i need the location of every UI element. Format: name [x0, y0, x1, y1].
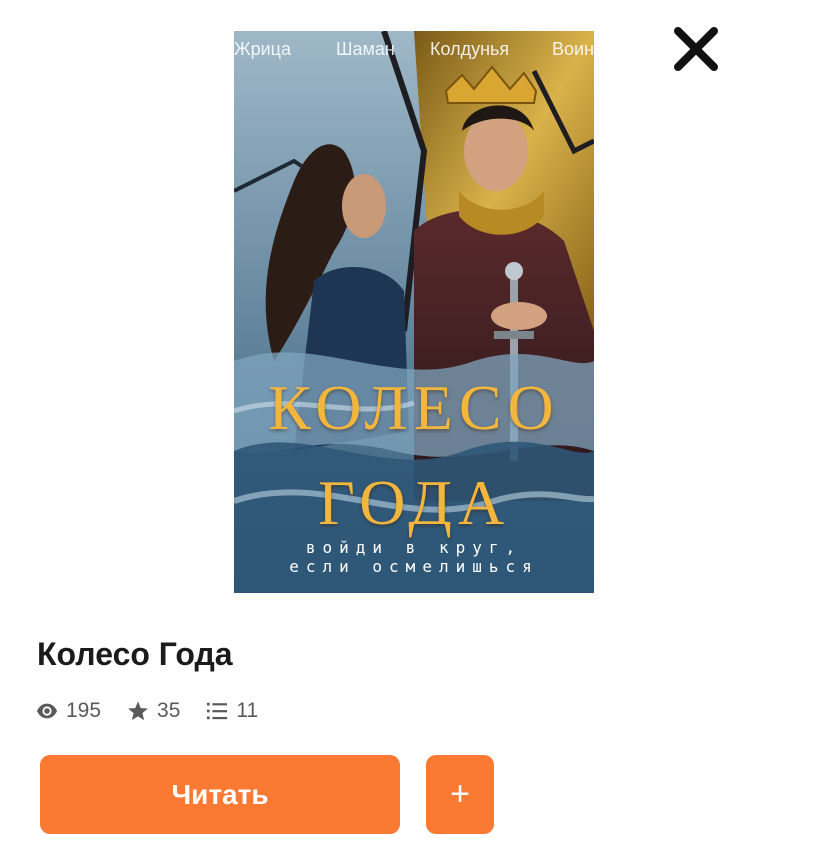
book-cover[interactable]: Жрица Шаман Колдунья Воин КОЛЕСО ГОДА во… [234, 31, 594, 593]
cover-title-line2: ГОДА [317, 467, 511, 538]
book-title: Колесо Года [37, 636, 233, 672]
cover-tagline-line2: если осмелишься [289, 557, 539, 576]
read-button[interactable]: Читать [40, 755, 400, 834]
views-count: 195 [66, 699, 102, 722]
cover-tag: Шаман [336, 39, 395, 59]
stars-count: 35 [157, 699, 181, 722]
stars-stat: 35 [127, 699, 180, 723]
chapters-stat: 11 [206, 699, 258, 723]
chapters-count: 11 [236, 699, 259, 722]
star-icon [128, 701, 148, 721]
close-icon [674, 27, 718, 71]
add-to-library-button[interactable]: + [426, 755, 494, 834]
eye-icon [36, 703, 58, 719]
cover-tag: Воин [552, 39, 594, 59]
cover-tag: Жрица [234, 39, 292, 59]
list-icon [207, 702, 228, 720]
book-stats: 195 35 11 [36, 698, 284, 724]
views-stat: 195 [36, 699, 101, 723]
cover-tagline-line1: войди в круг, [305, 538, 523, 557]
cover-tags: Жрица Шаман Колдунья Воин [234, 39, 594, 63]
cover-tag: Колдунья [430, 39, 510, 59]
close-button[interactable] [672, 26, 720, 72]
cover-title-line1: КОЛЕСО [268, 372, 560, 443]
